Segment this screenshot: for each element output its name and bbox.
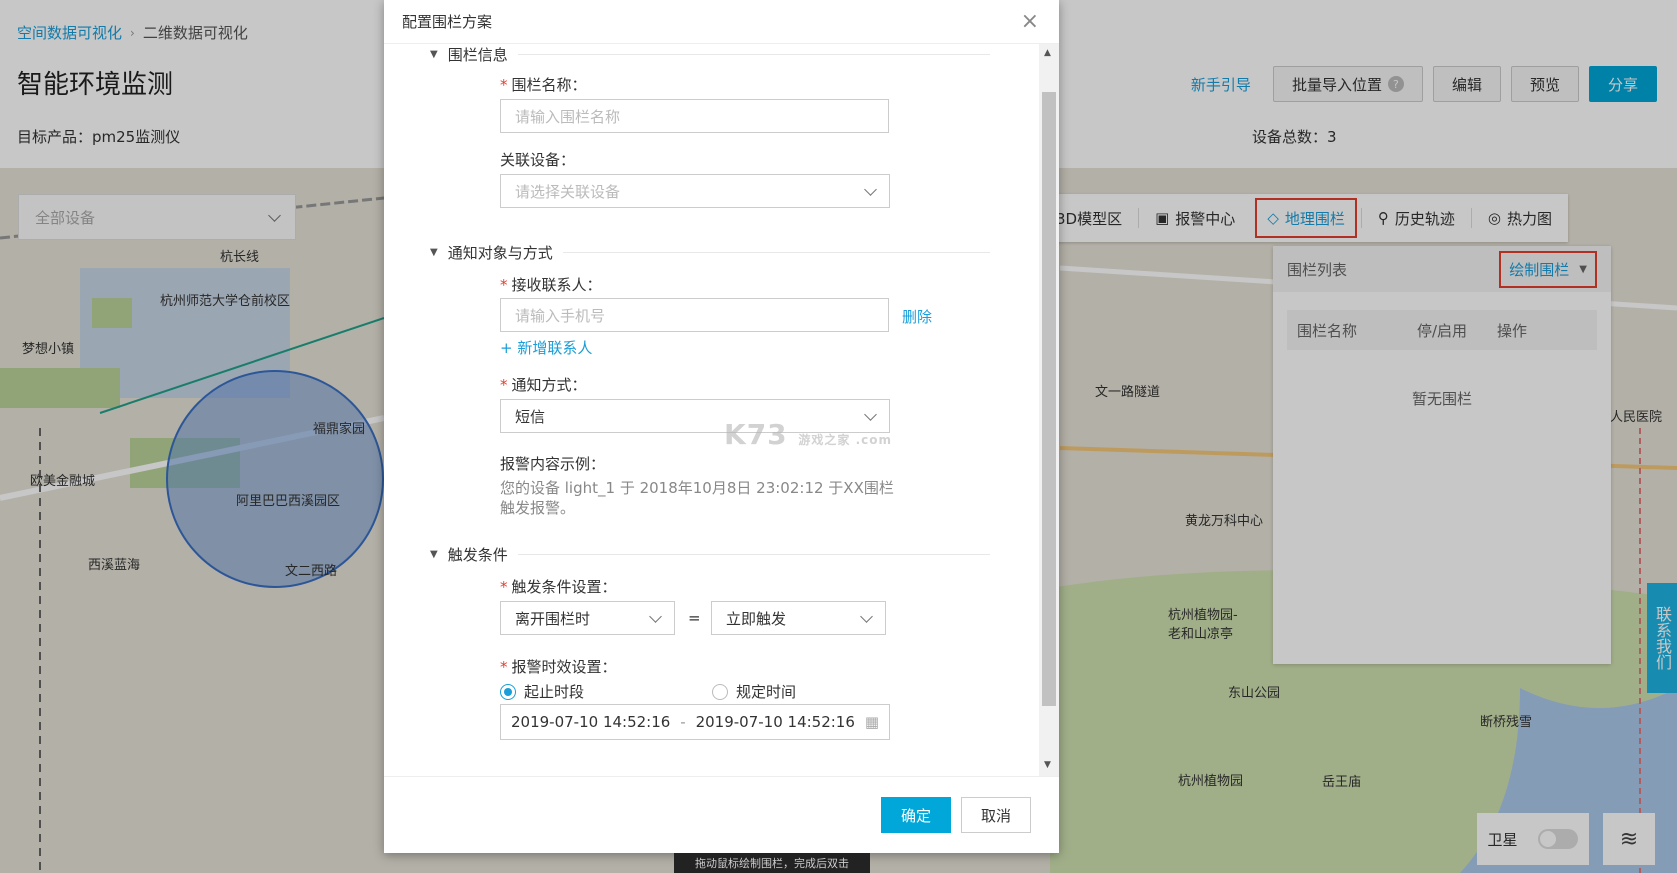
draw-hint-toast: 拖动鼠标绘制围栏，完成后双击 [674,853,870,873]
scroll-down-icon[interactable]: ▼ [1044,760,1051,770]
add-contact-link[interactable]: + 新增联系人 [500,337,592,358]
section-title: 围栏信息 [447,45,508,64]
start-time: 2019-07-10 14:52:16 [511,713,671,731]
contact-placeholder: 请输入手机号 [515,306,606,325]
range-separator: - [680,713,686,731]
radio-time-range[interactable]: 起止时段 [500,681,584,702]
device-label: 关联设备： [500,151,576,169]
caret-down-icon: ▼ [430,48,438,60]
trigger-label: * 触发条件设置： [500,578,617,596]
notify-method-value: 短信 [515,407,546,426]
confirm-button[interactable]: 确定 [881,797,951,833]
fence-name-label: * 围栏名称： [500,76,587,94]
caret-down-icon: ▼ [430,548,438,560]
contact-label: * 接收联系人： [500,276,602,294]
time-range-picker[interactable]: 2019-07-10 14:52:16 - 2019-07-10 14:52:1… [500,704,890,740]
timing-label: * 报警时效设置： [500,658,617,676]
radio-circle-checked [500,683,516,700]
delete-contact-link[interactable]: 删除 [902,306,932,327]
fence-config-modal: 配置围栏方案 × ▼ 围栏信息 * 围栏名称： 请输入围栏名称 关联设备： 请选择… [384,0,1059,853]
modal-scrollbar[interactable]: ▲ ▼ [1039,44,1059,776]
device-select[interactable]: 请选择关联设备 [500,174,890,208]
modal-title: 配置围栏方案 [402,13,493,31]
modal-footer: 确定 取消 [384,776,1059,853]
chevron-down-icon [864,182,877,196]
modal-body: ▼ 围栏信息 * 围栏名称： 请输入围栏名称 关联设备： 请选择关联设备 ▼ 通知… [384,44,1039,776]
example-label: 报警内容示例： [500,455,606,473]
divider [562,251,990,253]
section-title: 通知对象与方式 [447,243,553,262]
watermark-logo: K73 游戏之家 .com [724,418,893,451]
section-trigger[interactable]: ▼ 触发条件 [430,544,990,564]
divider [517,53,990,55]
trigger-condition-value: 离开围栏时 [515,609,591,628]
calendar-icon: ▦ [864,713,879,731]
modal-header: 配置围栏方案 × [384,0,1059,44]
section-fence-info[interactable]: ▼ 围栏信息 [430,44,990,64]
example-text: 您的设备 light_1 于 2018年10月8日 23:02:12 于XX围栏… [500,479,894,517]
cancel-button[interactable]: 取消 [961,797,1031,833]
device-placeholder: 请选择关联设备 [515,182,621,201]
end-time: 2019-07-10 14:52:16 [695,713,855,731]
trigger-action-value: 立即触发 [726,609,787,628]
trigger-action-select[interactable]: 立即触发 [711,601,886,635]
close-icon[interactable]: × [1021,10,1039,33]
fence-name-input[interactable]: 请输入围栏名称 [500,99,889,133]
trigger-condition-select[interactable]: 离开围栏时 [500,601,675,635]
radio-circle [712,683,728,700]
section-title: 触发条件 [447,545,508,564]
radio-fixed-time[interactable]: 规定时间 [712,681,796,702]
fence-name-placeholder: 请输入围栏名称 [515,107,621,126]
section-notify[interactable]: ▼ 通知对象与方式 [430,242,990,262]
radio-fixed-time-label: 规定时间 [736,683,797,701]
scroll-up-icon[interactable]: ▲ [1044,48,1051,58]
method-label: * 通知方式： [500,376,587,394]
chevron-down-icon [860,609,873,623]
scrollbar-thumb[interactable] [1042,92,1056,706]
chevron-down-icon [649,609,662,623]
divider [517,553,990,555]
radio-time-range-label: 起止时段 [524,683,585,701]
equals-sign: = [688,609,701,627]
contact-phone-input[interactable]: 请输入手机号 [500,298,889,332]
caret-down-icon: ▼ [430,246,438,258]
